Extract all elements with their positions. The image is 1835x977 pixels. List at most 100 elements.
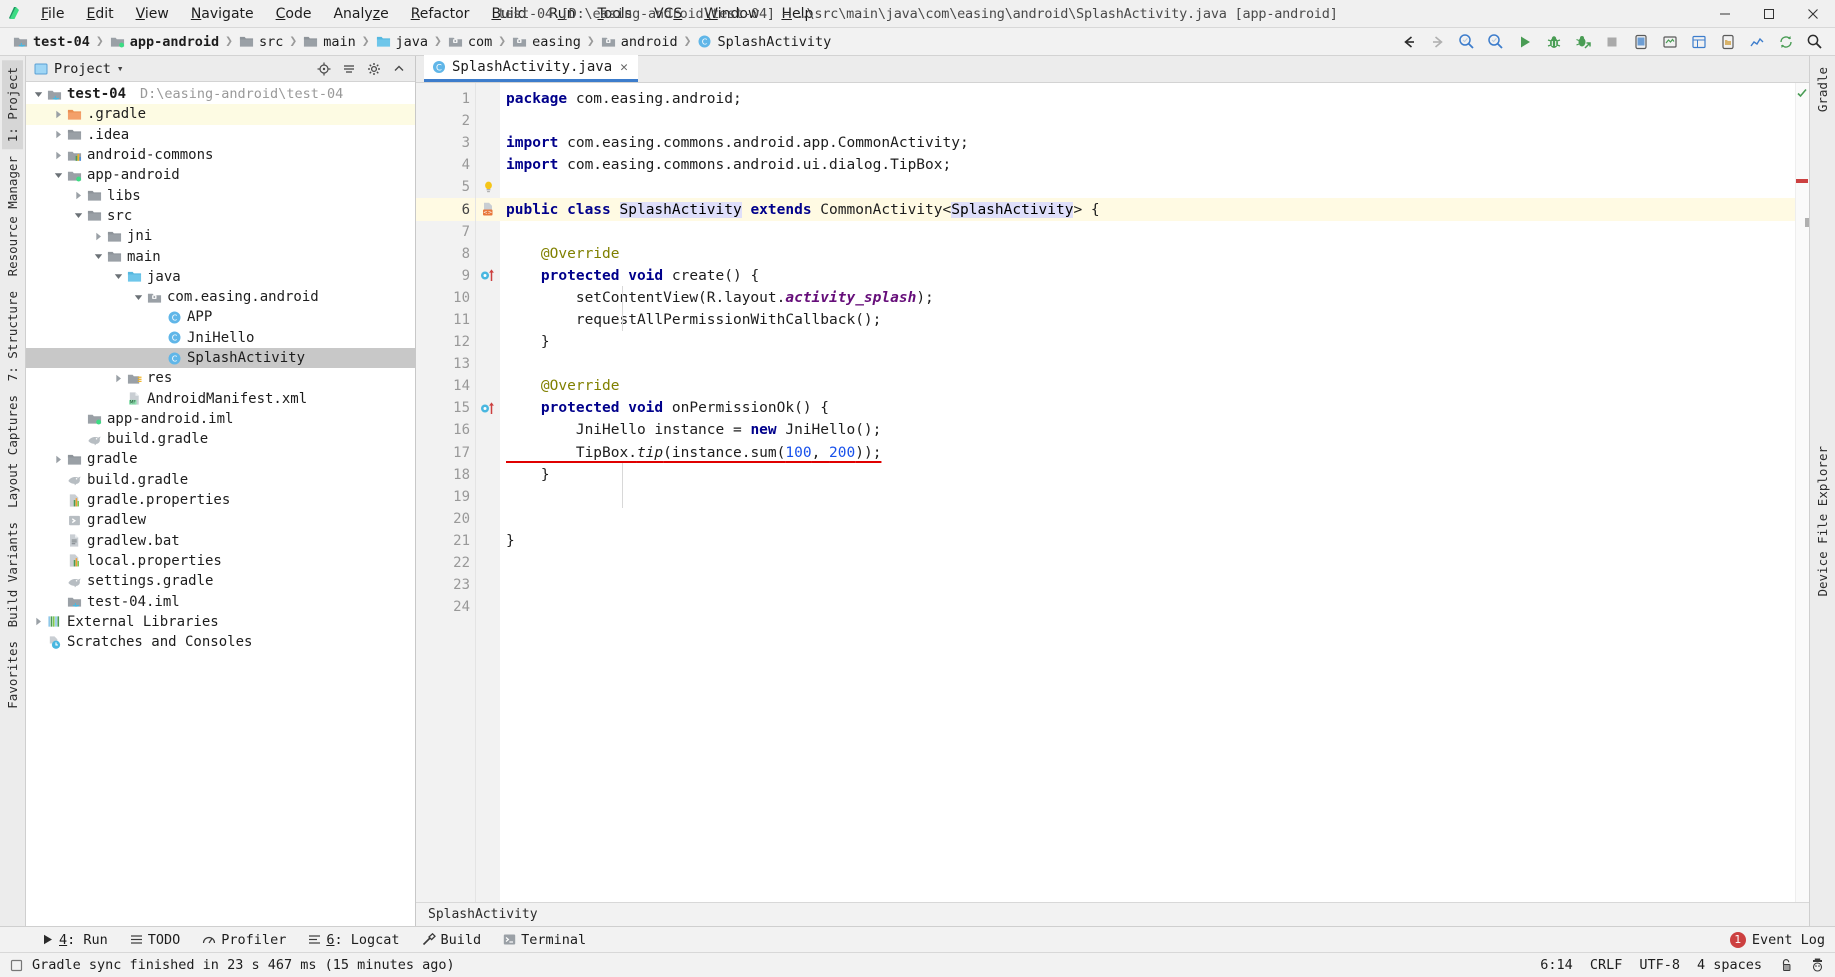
gutter-line-number[interactable]: 19: [416, 486, 475, 508]
toolwindow-terminal[interactable]: Terminal: [492, 929, 597, 951]
debug-icon[interactable]: [1539, 29, 1568, 55]
gutter-line-number[interactable]: 4: [416, 154, 475, 176]
sidebar-tab-favorites[interactable]: Favorites: [2, 634, 23, 716]
tree-node-test-04-iml[interactable]: test-04.iml: [26, 591, 415, 611]
gutter-line-number[interactable]: 7: [416, 221, 475, 243]
code-line[interactable]: [500, 596, 1795, 618]
toolwindow-build[interactable]: Build: [411, 929, 493, 951]
code-line[interactable]: [500, 221, 1795, 243]
gutter-line-number[interactable]: 6: [416, 198, 475, 221]
chevron-down-icon[interactable]: [92, 247, 105, 267]
profiler-icon[interactable]: [1742, 29, 1771, 55]
toolwindow-logcat[interactable]: 6: Logcat: [297, 929, 410, 951]
tree-node-res[interactable]: res: [26, 368, 415, 388]
search-icon[interactable]: [1800, 29, 1829, 55]
event-log-label[interactable]: Event Log: [1752, 932, 1825, 948]
attach-debugger-icon[interactable]: [1568, 29, 1597, 55]
breadcrumb-item-test-04[interactable]: test-04: [10, 33, 93, 51]
gutter-line-number[interactable]: 5: [416, 176, 475, 198]
chevron-down-icon[interactable]: [132, 287, 145, 307]
hide-icon[interactable]: [387, 58, 411, 80]
gutter-line-number[interactable]: 20: [416, 508, 475, 530]
gutter-line-number[interactable]: 18: [416, 464, 475, 486]
tree-node-jni[interactable]: jni: [26, 226, 415, 246]
chevron-right-icon[interactable]: [72, 186, 85, 206]
code-line[interactable]: [500, 508, 1795, 530]
breadcrumb-item-com[interactable]: com: [445, 33, 495, 51]
chevron-down-icon[interactable]: [112, 267, 125, 287]
code-line[interactable]: requestAllPermissionWithCallback();: [500, 309, 1795, 331]
menu-item-help[interactable]: Help: [770, 0, 824, 28]
code-line[interactable]: [500, 110, 1795, 132]
run-icon[interactable]: [1510, 29, 1539, 55]
code-line[interactable]: [500, 574, 1795, 596]
tree-node-build-gradle[interactable]: build.gradle: [26, 429, 415, 449]
menu-item-edit[interactable]: Edit: [75, 0, 124, 28]
hector-icon[interactable]: [1810, 958, 1825, 973]
gutter-line-number[interactable]: 15: [416, 397, 475, 419]
breadcrumb-item-splashactivity[interactable]: C SplashActivity: [694, 33, 834, 51]
close-icon[interactable]: ✕: [618, 60, 630, 75]
gutter-line-number[interactable]: 12: [416, 331, 475, 353]
menu-item-code[interactable]: Code: [265, 0, 323, 28]
locate-icon[interactable]: [312, 58, 336, 80]
tree-node-gradlew-bat[interactable]: gradlew.bat: [26, 531, 415, 551]
breadcrumb-item-main[interactable]: main: [300, 33, 359, 51]
code-line[interactable]: import com.easing.commons.android.app.Co…: [500, 132, 1795, 154]
toolwindow-todo[interactable]: TODO: [119, 929, 192, 951]
code-line[interactable]: public class SplashActivity extends Comm…: [500, 198, 1795, 221]
gutter-line-number[interactable]: 23: [416, 574, 475, 596]
gutter-line-number[interactable]: 17: [416, 442, 475, 464]
code-line[interactable]: }: [500, 530, 1795, 552]
editor-marker-strip[interactable]: [1795, 83, 1809, 902]
event-log-group[interactable]: 1 Event Log: [1729, 931, 1835, 948]
breadcrumb-item-src[interactable]: src: [236, 33, 286, 51]
editor-breadcrumb-class[interactable]: SplashActivity: [428, 907, 538, 922]
toolwindow-profiler[interactable]: Profiler: [191, 929, 297, 951]
gutter-line-number[interactable]: 10: [416, 287, 475, 309]
menu-item-file[interactable]: File: [30, 0, 75, 28]
tree-node-com-easing-android[interactable]: com.easing.android: [26, 287, 415, 307]
caret-position[interactable]: 6:14: [1540, 957, 1573, 973]
gutter-line-number[interactable]: 14: [416, 375, 475, 397]
breadcrumb-item-easing[interactable]: easing: [509, 33, 584, 51]
project-tree[interactable]: test-04 D:\easing-android\test-04 .gradle.…: [26, 82, 415, 926]
chevron-right-icon[interactable]: [52, 125, 65, 145]
sidebar-tab-project[interactable]: 1: Project: [2, 60, 23, 150]
tree-node-java[interactable]: java: [26, 267, 415, 287]
tree-node-settings-gradle[interactable]: settings.gradle: [26, 571, 415, 591]
gutter-line-number[interactable]: 13: [416, 353, 475, 375]
code-line[interactable]: protected void create() {: [500, 265, 1795, 287]
code-line[interactable]: package com.easing.android;: [500, 88, 1795, 110]
tree-node-external-libraries[interactable]: External Libraries: [26, 612, 415, 632]
code-line[interactable]: protected void onPermissionOk() {: [500, 397, 1795, 419]
sidebar-tab-layout-captures[interactable]: Layout Captures: [2, 388, 23, 515]
tree-node-app-android-iml[interactable]: app-android.iml: [26, 409, 415, 429]
gutter-line-number[interactable]: 24: [416, 596, 475, 618]
tree-node-app-android[interactable]: app-android: [26, 165, 415, 185]
gutter-line-number[interactable]: 8: [416, 243, 475, 265]
project-panel-title-group[interactable]: Project ▾: [34, 61, 124, 77]
search-everywhere-icon[interactable]: [1452, 29, 1481, 55]
sidebar-tab-gradle[interactable]: Gradle: [1812, 60, 1833, 119]
gear-icon[interactable]: [362, 58, 386, 80]
breadcrumb-item-java[interactable]: java: [373, 33, 432, 51]
tree-node-splashactivity[interactable]: C SplashActivity: [26, 347, 415, 369]
code-content[interactable]: package com.easing.android; import com.ea…: [500, 83, 1795, 902]
gutter-line-number[interactable]: 2: [416, 110, 475, 132]
breadcrumb-item-app-android[interactable]: app-android: [107, 33, 222, 51]
gutter-line-number[interactable]: 21: [416, 530, 475, 552]
gutter-marker-override-icon[interactable]: [476, 265, 500, 287]
gutter-line-number[interactable]: 22: [416, 552, 475, 574]
layout-inspector-icon[interactable]: [1684, 29, 1713, 55]
tree-node-main[interactable]: main: [26, 246, 415, 266]
sidebar-tab-device-file-explorer[interactable]: Device File Explorer: [1812, 439, 1833, 604]
marker-error[interactable]: [1796, 179, 1808, 183]
gutter-line-number[interactable]: 1: [416, 88, 475, 110]
tree-node-gradle-properties[interactable]: gradle.properties: [26, 490, 415, 510]
maximize-button[interactable]: [1747, 0, 1791, 28]
line-separator[interactable]: CRLF: [1590, 957, 1623, 973]
code-line[interactable]: }: [500, 331, 1795, 353]
tree-node-jnihello[interactable]: C JniHello: [26, 328, 415, 348]
chevron-down-icon[interactable]: [32, 84, 45, 104]
